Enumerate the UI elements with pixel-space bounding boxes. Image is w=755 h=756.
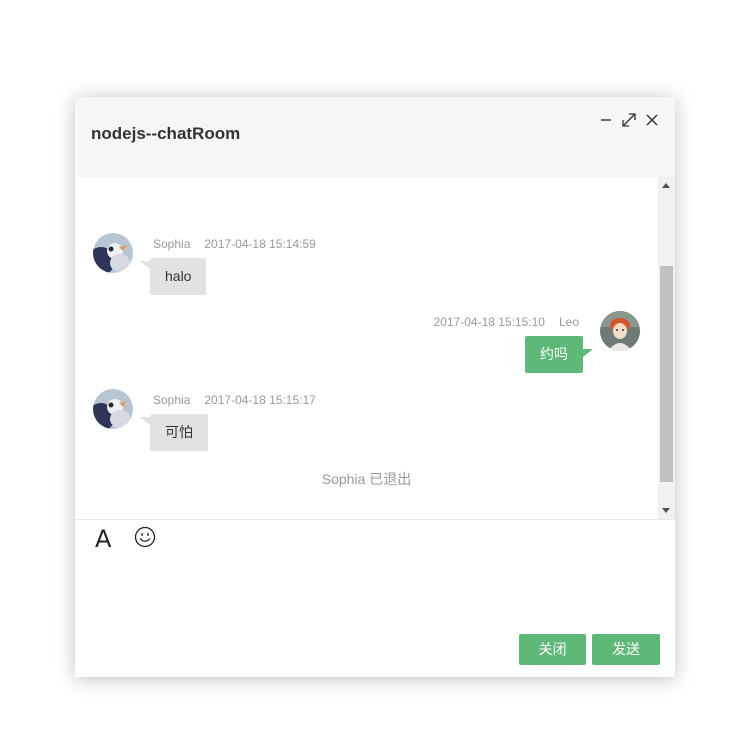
divider	[75, 519, 675, 520]
message-list[interactable]: Sophia 2017-04-18 15:14:59 halo 2017-04-1…	[75, 177, 658, 519]
message-input[interactable]	[75, 551, 679, 635]
close-icon[interactable]	[642, 110, 662, 130]
window-title: nodejs--chatRoom	[91, 124, 241, 143]
timestamp: 2017-04-18 15:15:17	[204, 393, 316, 407]
scroll-up-arrow-icon[interactable]	[662, 183, 670, 188]
avatar	[93, 233, 133, 273]
timestamp: 2017-04-18 15:15:10	[433, 315, 545, 329]
bubble-tail	[583, 349, 593, 357]
message-meta: Sophia 2017-04-18 15:15:17	[153, 393, 316, 407]
font-icon[interactable]: A	[95, 525, 111, 553]
close-button[interactable]: 关闭	[519, 634, 586, 665]
sender-name: Leo	[558, 315, 579, 329]
scroll-down-arrow-icon[interactable]	[662, 508, 670, 513]
sender-name: Sophia	[153, 237, 191, 251]
message-meta: Sophia 2017-04-18 15:14:59	[153, 237, 316, 251]
emoji-icon[interactable]	[134, 526, 156, 553]
sender-name: Sophia	[153, 393, 191, 407]
system-message: Sophia 已退出	[321, 471, 412, 487]
scrollbar[interactable]	[658, 177, 675, 519]
scroll-thumb[interactable]	[660, 266, 673, 482]
minimize-icon[interactable]	[596, 110, 616, 130]
message-meta: 2017-04-18 15:15:10 Leo	[434, 315, 579, 329]
maximize-icon[interactable]	[619, 110, 639, 130]
message-bubble: halo	[150, 258, 207, 295]
timestamp: 2017-04-18 15:14:59	[204, 237, 316, 251]
message-bubble: 可怕	[150, 414, 208, 451]
message-bubble: 约吗	[525, 336, 583, 373]
title-bar: nodejs--chatRoom	[75, 97, 675, 177]
bubble-tail	[140, 261, 150, 269]
bubble-tail	[140, 417, 150, 425]
send-button[interactable]: 发送	[592, 634, 660, 665]
avatar	[600, 311, 640, 351]
avatar	[93, 389, 133, 429]
chat-window: nodejs--chatRoom Sophia 2017-04-18 15:14…	[75, 97, 679, 677]
